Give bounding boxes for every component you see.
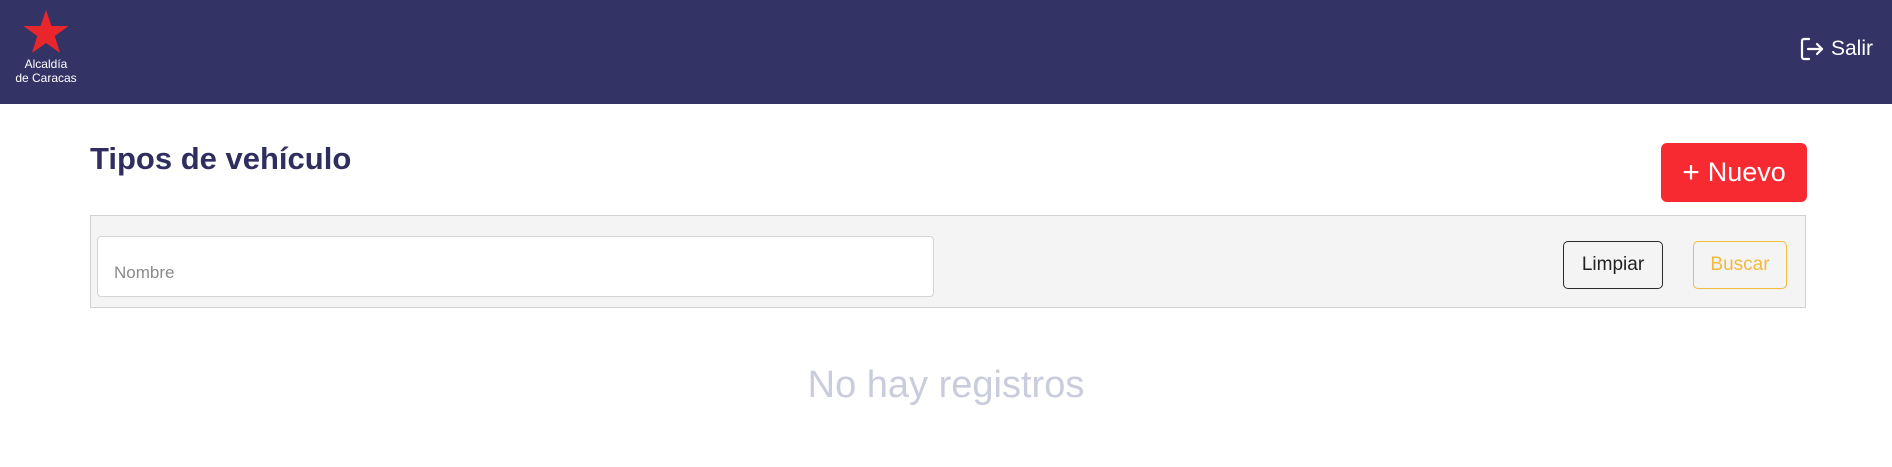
logo[interactable]: Alcaldía de Caracas xyxy=(8,8,84,92)
red-star-icon xyxy=(23,10,69,53)
top-navbar: Alcaldía de Caracas Salir xyxy=(0,0,1892,104)
filter-bar: Limpiar Buscar xyxy=(90,215,1806,308)
logout-label: Salir xyxy=(1830,37,1873,60)
clear-button[interactable]: Limpiar xyxy=(1563,241,1663,289)
logout-button[interactable]: Salir xyxy=(1799,36,1873,62)
page-title: Tipos de vehículo xyxy=(90,141,352,176)
new-button-label: Nuevo xyxy=(1707,157,1786,187)
name-filter-input[interactable] xyxy=(97,236,934,297)
new-button[interactable]: + Nuevo xyxy=(1661,143,1807,202)
logo-text: Alcaldía de Caracas xyxy=(15,57,77,85)
search-button[interactable]: Buscar xyxy=(1693,241,1787,289)
plus-icon: + xyxy=(1682,155,1700,189)
empty-state-message: No hay registros xyxy=(807,364,1085,406)
logout-icon xyxy=(1800,37,1824,61)
